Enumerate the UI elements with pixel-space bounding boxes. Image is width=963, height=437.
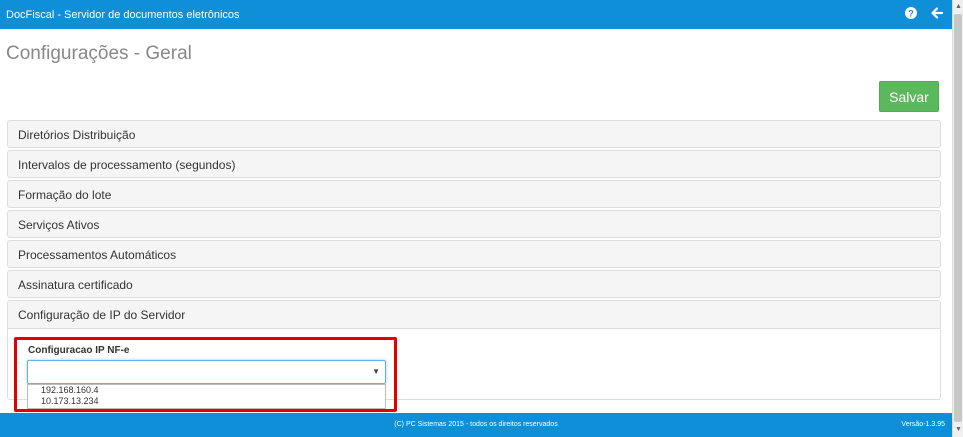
- page-title: Configurações - Geral: [6, 43, 192, 64]
- top-bar: DocFiscal - Servidor de documentos eletr…: [0, 0, 952, 29]
- svg-text:?: ?: [908, 9, 914, 19]
- panel-diretorios-distribuicao[interactable]: Diretórios Distribuição: [7, 120, 941, 148]
- chevron-down-icon: ▼: [372, 367, 380, 376]
- vertical-scrollbar[interactable]: ▲ ▼: [952, 0, 963, 437]
- ip-nfe-label: Configuracao IP NF-e: [28, 345, 130, 356]
- footer-version: Versão-1.3.95: [901, 421, 945, 428]
- back-arrow-icon[interactable]: [930, 6, 944, 20]
- scroll-up-icon[interactable]: ▲: [953, 1, 963, 13]
- ip-nfe-select[interactable]: ▼: [27, 360, 386, 384]
- panel-intervalos-processamento[interactable]: Intervalos de processamento (segundos): [7, 150, 941, 178]
- panel-processamentos-automaticos[interactable]: Processamentos Automáticos: [7, 240, 941, 268]
- dropdown-option[interactable]: 10.173.13.234: [28, 396, 385, 407]
- panel-assinatura-certificado[interactable]: Assinatura certificado: [7, 270, 941, 298]
- footer: (C) PC Sistemas 2015 - todos os direitos…: [0, 413, 952, 437]
- app-title: DocFiscal - Servidor de documentos eletr…: [6, 9, 240, 21]
- save-button[interactable]: Salvar: [879, 81, 939, 112]
- ip-nfe-dropdown-list: 192.168.160.4 10.173.13.234: [27, 384, 386, 409]
- footer-copyright: (C) PC Sistemas 2015 - todos os direitos…: [394, 421, 558, 428]
- panel-ip-servidor-heading[interactable]: Configuração de IP do Servidor: [8, 301, 940, 329]
- panel-formacao-lote[interactable]: Formação do lote: [7, 180, 941, 208]
- dropdown-option[interactable]: 192.168.160.4: [28, 385, 385, 396]
- panel-servicos-ativos[interactable]: Serviços Ativos: [7, 210, 941, 238]
- help-icon[interactable]: ?: [904, 6, 918, 20]
- scrollbar-thumb[interactable]: [954, 14, 962, 422]
- scroll-down-icon[interactable]: ▼: [953, 424, 963, 436]
